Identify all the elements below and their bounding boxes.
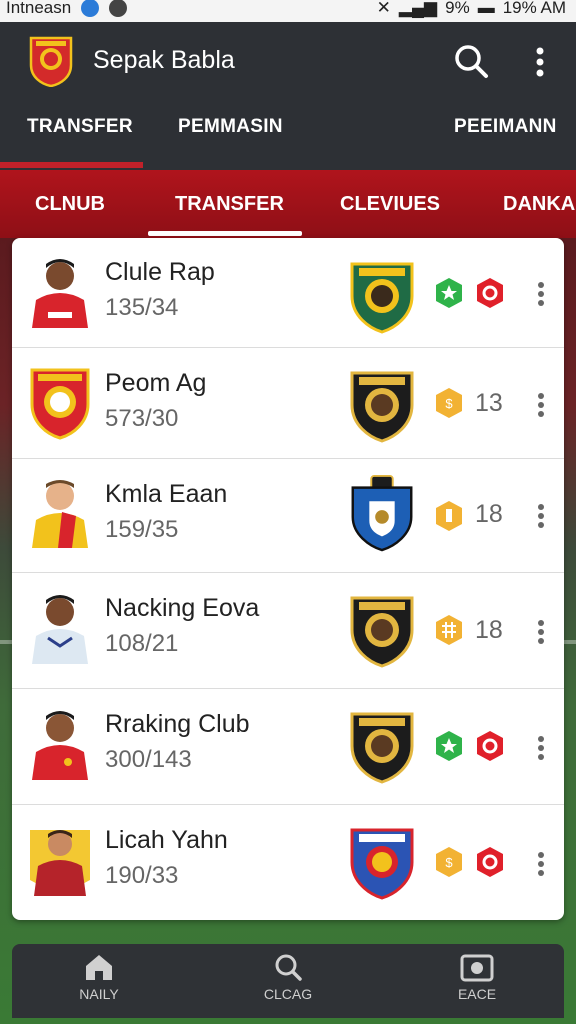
home-icon	[86, 955, 112, 980]
club-crest-icon	[351, 474, 413, 552]
nav-label: EACE	[457, 986, 497, 1002]
battery-icon: ▬	[477, 0, 495, 17]
status-time: 19% AM	[502, 0, 566, 17]
nav-item-camera[interactable]: EACE	[417, 952, 537, 1002]
gold-badge-icon	[436, 615, 462, 645]
svg-text:$: $	[445, 396, 453, 411]
club-name: Clule Rap	[105, 258, 215, 286]
club-name: Peom Ag	[105, 369, 207, 397]
club-stat: 300/143	[105, 746, 192, 773]
row-menu-icon[interactable]	[532, 391, 550, 419]
player-avatar	[32, 480, 88, 548]
subtab-clevues[interactable]: CLEVIUES	[340, 193, 440, 216]
player-avatar	[32, 595, 88, 664]
nav-label: NAILY	[79, 986, 119, 1002]
club-stat: 135/34	[105, 294, 179, 321]
player-avatar	[32, 259, 88, 328]
subtab-dankan[interactable]: DANKAN	[503, 193, 576, 216]
hexagon-badge-icon	[477, 847, 503, 877]
list-item[interactable]: Rraking Club 300/143	[12, 688, 564, 805]
club-stat: 573/30	[105, 405, 179, 432]
rank-number: 18	[475, 616, 503, 644]
club-stat: 159/35	[105, 516, 179, 543]
gold-badge-icon: $	[436, 388, 462, 418]
tab-peeimann[interactable]: PEEIMANN	[454, 116, 557, 138]
app-notification-icon	[81, 0, 100, 17]
search-icon[interactable]	[452, 42, 490, 80]
player-avatar	[32, 711, 88, 780]
status-bar: Intneasn ✕ ▂▄▆ 9% ▬ 19% AM	[0, 0, 576, 22]
row-menu-icon[interactable]	[532, 280, 550, 308]
row-menu-icon[interactable]	[532, 502, 550, 530]
row-menu-icon[interactable]	[532, 734, 550, 762]
club-name: Kmla Eaan	[105, 480, 228, 508]
club-name: Nacking Eova	[105, 594, 260, 622]
subtab-transfer[interactable]: TRANSFER	[175, 193, 284, 216]
gold-badge-icon: $	[436, 847, 462, 877]
star-badge-icon	[436, 278, 462, 308]
list-item[interactable]: Licah Yahn 190/33 $	[12, 804, 564, 920]
active-subtab-indicator	[148, 231, 302, 236]
battery-percent: 9%	[445, 0, 470, 17]
hexagon-badge-icon	[477, 278, 503, 308]
svg-text:$: $	[445, 855, 453, 870]
nav-item-search[interactable]: CLCAG	[228, 952, 348, 1002]
secondary-tab-bar: CLNUB TRANSFER CLEVIUES DANKAN	[0, 170, 576, 238]
hexagon-badge-icon	[477, 731, 503, 761]
club-stat: 108/21	[105, 630, 179, 657]
bottom-navigation: NAILY CLCAG EACE	[12, 944, 564, 1018]
list-item[interactable]: Kmla Eaan 159/35 18	[12, 458, 564, 573]
more-options-icon[interactable]	[530, 44, 550, 80]
club-name: Licah Yahn	[105, 826, 228, 854]
star-badge-icon	[436, 731, 462, 761]
row-menu-icon[interactable]	[532, 618, 550, 646]
app-title: Sepak Babla	[93, 46, 235, 74]
nav-item-home[interactable]: NAILY	[39, 952, 159, 1002]
subtab-clnub[interactable]: CLNUB	[35, 193, 105, 216]
list-item[interactable]: Nacking Eova 108/21 18	[12, 572, 564, 689]
app-bar: Sepak Babla TRANSFER PEMMASIN PEEIMANN	[0, 22, 576, 170]
club-logo-icon	[30, 368, 90, 440]
active-tab-indicator	[0, 162, 143, 168]
signal-icon: ▂▄▆	[398, 0, 438, 17]
tab-pemmasin[interactable]: PEMMASIN	[178, 116, 283, 138]
club-crest-icon	[350, 262, 414, 334]
tab-transfer[interactable]: TRANSFER	[27, 116, 133, 138]
gold-badge-icon	[436, 501, 462, 531]
club-crest-icon	[350, 371, 414, 443]
club-name: Rraking Club	[105, 710, 250, 738]
club-logo-icon	[29, 36, 73, 87]
search-icon	[275, 954, 302, 981]
club-crest-icon	[350, 828, 414, 900]
list-item[interactable]: Clule Rap 135/34	[12, 238, 564, 348]
club-crest-icon	[350, 712, 414, 784]
rank-number: 18	[475, 500, 503, 528]
row-menu-icon[interactable]	[532, 850, 550, 878]
camera-icon	[460, 954, 494, 982]
status-carrier: Intneasn	[6, 0, 72, 17]
nav-label: CLCAG	[263, 986, 313, 1002]
club-stat: 190/33	[105, 862, 179, 889]
emoji-notification-icon	[109, 0, 128, 17]
rank-number: 13	[475, 389, 503, 417]
mute-icon: ✕	[376, 0, 391, 17]
club-crest-icon	[350, 596, 414, 668]
list-item[interactable]: Peom Ag 573/30 $ 13	[12, 347, 564, 459]
top-tab-bar: TRANSFER PEMMASIN PEEIMANN	[0, 116, 576, 168]
club-list: Clule Rap 135/34 Peom Ag 573/30 $ 13 Kml…	[12, 238, 564, 920]
player-avatar	[30, 830, 90, 896]
